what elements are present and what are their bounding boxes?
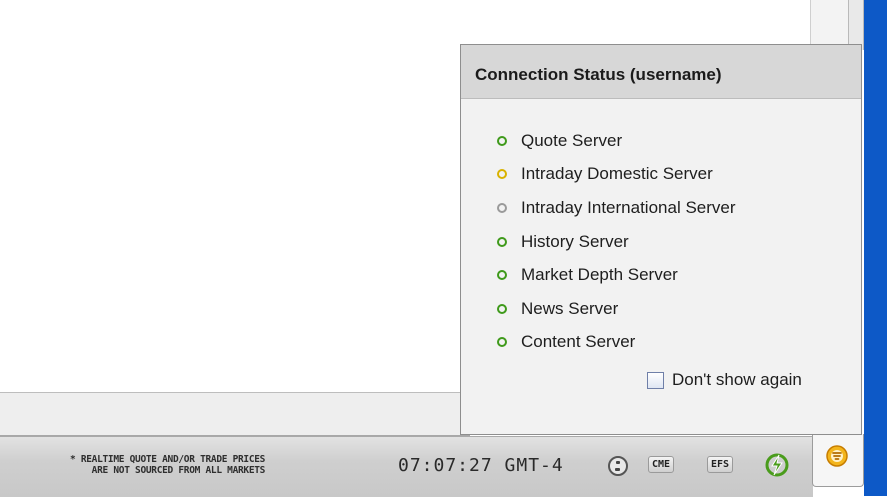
status-dot-icon — [497, 169, 507, 180]
status-dot-icon — [497, 202, 507, 213]
clock: 07:07:27 GMT-4 — [398, 455, 564, 476]
server-label: History Server — [521, 231, 629, 251]
status-dot-icon — [497, 135, 507, 146]
window-frame — [810, 0, 849, 44]
connection-status-popup: Connection Status (username) Quote Serve… — [460, 44, 862, 435]
globe-icon[interactable] — [608, 456, 628, 476]
status-dot-icon — [497, 270, 507, 281]
disclaimer-line-1: * REALTIME QUOTE AND/OR TRADE PRICES — [70, 454, 266, 465]
server-label: Quote Server — [521, 130, 623, 150]
server-label: Intraday International Server — [521, 197, 736, 217]
realtime-disclaimer: * REALTIME QUOTE AND/OR TRADE PRICES ARE… — [70, 454, 265, 476]
side-panel — [864, 0, 887, 496]
server-item: Quote Server — [497, 124, 736, 158]
cme-button[interactable]: CME — [648, 456, 675, 473]
status-dot-icon — [497, 337, 507, 348]
server-label: News Server — [521, 298, 619, 318]
efs-button[interactable]: EFS — [707, 456, 734, 473]
server-list: Quote Server Intraday Domestic Server In… — [497, 124, 736, 359]
scrollbar[interactable] — [848, 0, 864, 50]
server-item: History Server — [497, 225, 736, 259]
server-item: News Server — [497, 292, 736, 326]
server-label: Content Server — [521, 332, 636, 352]
status-bar: * REALTIME QUOTE AND/OR TRADE PRICES ARE… — [0, 436, 813, 497]
server-item: Intraday Domestic Server — [497, 158, 736, 192]
disclaimer-line-2: ARE NOT SOURCED FROM ALL MARKETS — [91, 465, 266, 476]
dont-show-again-label: Don't show again — [672, 370, 802, 389]
dont-show-again-option[interactable]: Don't show again — [647, 370, 802, 390]
dont-show-again-checkbox[interactable] — [647, 371, 664, 389]
connection-status-icon — [826, 445, 848, 467]
input-strip[interactable] — [0, 392, 470, 436]
connection-status-tab[interactable] — [812, 434, 864, 487]
lightning-bolt-icon[interactable] — [764, 452, 790, 478]
server-item: Market Depth Server — [497, 258, 736, 292]
server-label: Intraday Domestic Server — [521, 164, 713, 184]
status-dot-icon — [497, 236, 507, 247]
server-item: Intraday International Server — [497, 191, 736, 225]
status-dot-icon — [497, 303, 507, 314]
server-item: Content Server — [497, 326, 736, 360]
server-label: Market Depth Server — [521, 265, 678, 285]
popup-title: Connection Status (username) — [475, 65, 722, 84]
